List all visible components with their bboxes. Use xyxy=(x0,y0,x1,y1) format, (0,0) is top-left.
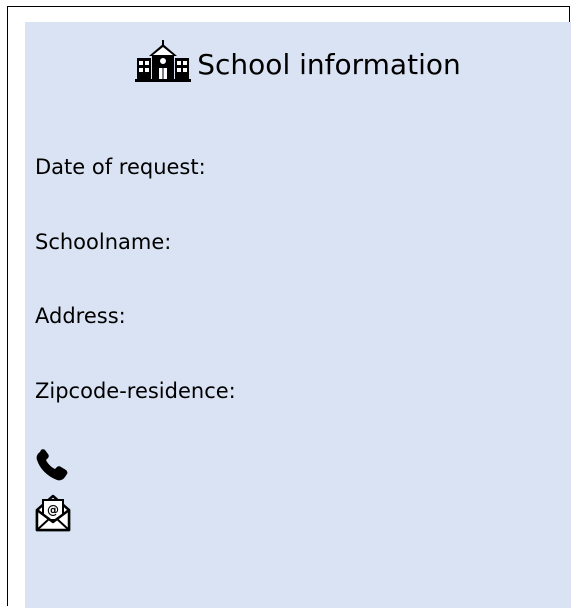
school-building-icon xyxy=(135,40,192,82)
date-of-request-label: Date of request: xyxy=(35,155,206,179)
page-title: School information xyxy=(197,48,461,81)
svg-text:@: @ xyxy=(47,503,59,517)
email-icon: @ xyxy=(35,494,71,532)
document-frame: School information Date of request: Scho… xyxy=(7,6,571,608)
title-row: School information xyxy=(25,40,571,82)
zipcode-residence-label: Zipcode-residence: xyxy=(35,379,236,403)
address-label: Address: xyxy=(35,304,126,328)
phone-icon xyxy=(36,449,68,481)
schoolname-label: Schoolname: xyxy=(35,230,172,254)
school-information-panel: School information Date of request: Scho… xyxy=(25,22,571,608)
